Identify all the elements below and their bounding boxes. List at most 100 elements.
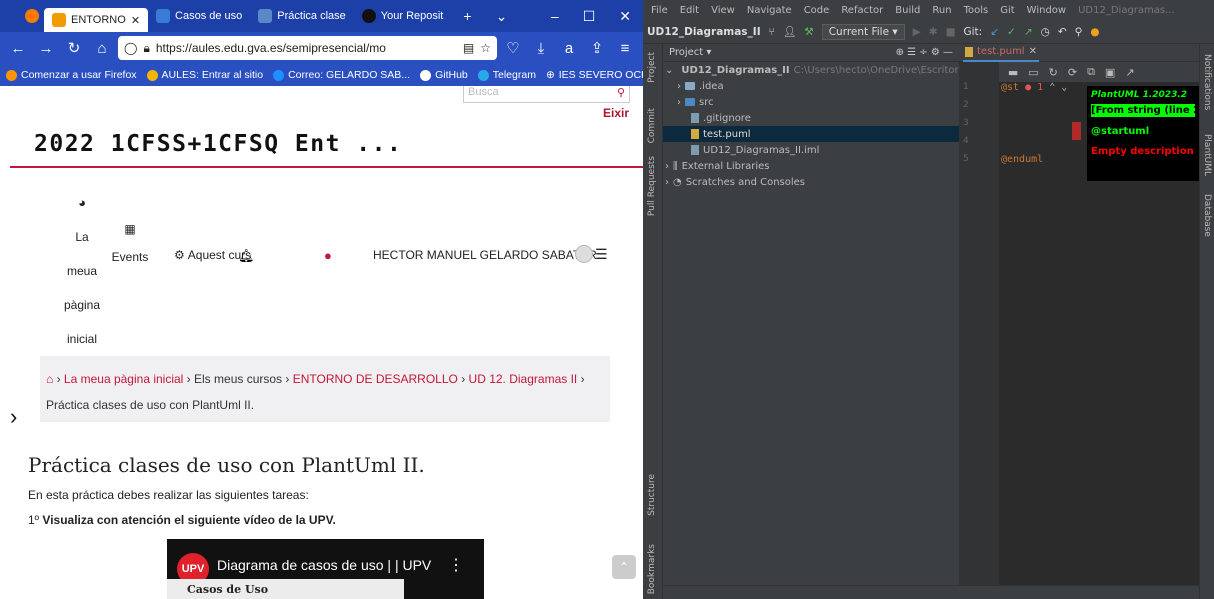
scroll-top-button[interactable]: ⌃: [612, 555, 636, 579]
home-icon[interactable]: ⌂: [90, 36, 114, 60]
run-icon[interactable]: ▶: [913, 26, 921, 38]
messages-chat-icon[interactable]: ●: [324, 248, 332, 263]
tool-database[interactable]: Database: [1202, 194, 1212, 237]
layout-preview-icon[interactable]: ▬: [1008, 66, 1018, 79]
tree-item-src[interactable]: › src: [663, 94, 959, 110]
tab-list-button[interactable]: ⌄: [484, 8, 520, 25]
copy-icon[interactable]: ⧉: [1087, 65, 1095, 79]
avatar[interactable]: [575, 245, 593, 263]
git-update-icon[interactable]: ↙: [990, 26, 999, 38]
breadcrumb-home[interactable]: La meua pàgina inicial: [64, 372, 183, 386]
panel-actions[interactable]: ⊕ ☰ ÷ ⚙ —: [896, 47, 953, 58]
bookmark-item[interactable]: ⊕IES SEVERO OCHOA: [546, 69, 643, 81]
tool-pull-requests[interactable]: Pull Requests: [647, 156, 657, 216]
pocket-icon[interactable]: ♡: [501, 36, 525, 60]
close-window-icon[interactable]: ✕: [607, 8, 643, 25]
code-line[interactable]: @enduml: [999, 154, 1081, 172]
drawer-toggle-icon[interactable]: ›: [10, 404, 17, 430]
url-bar[interactable]: ◯ 🔒︎ https://aules.edu.gva.es/semipresen…: [118, 36, 497, 60]
tree-item-idea[interactable]: › .idea: [663, 78, 959, 94]
logout-link[interactable]: Eixir: [603, 106, 629, 120]
search-icon[interactable]: ⚲: [617, 86, 625, 99]
build-hammer-icon[interactable]: ⚒: [804, 26, 813, 38]
tab-casos[interactable]: Casos de uso: [148, 4, 250, 28]
tree-root[interactable]: ⌄ UD12_Diagramas_II C:\Users\hecto\OneDriv…: [663, 62, 997, 78]
menu-tools[interactable]: Tools: [964, 5, 989, 16]
project-view-select[interactable]: Project ▾: [669, 47, 711, 58]
lock-icon[interactable]: 🔒︎: [143, 41, 149, 56]
layout-horizontal-icon[interactable]: ▭: [1028, 66, 1038, 79]
tree-scratches[interactable]: › ◔ Scratches and Consoles: [663, 174, 959, 190]
bookmark-star-icon[interactable]: ☆: [480, 41, 491, 55]
menu-window[interactable]: Window: [1027, 5, 1066, 16]
code-line[interactable]: [999, 118, 1081, 136]
code-line[interactable]: @st ● 1 ⌃ ⌄: [999, 82, 1081, 100]
bookmark-item[interactable]: Telegram: [477, 69, 536, 81]
video-embed[interactable]: UPV Diagrama de casos de uso | | UPV ⋮ C…: [167, 539, 484, 599]
menu-code[interactable]: Code: [804, 5, 830, 16]
minimize-icon[interactable]: –: [539, 8, 571, 24]
open-external-icon[interactable]: ↗: [1125, 66, 1134, 79]
project-name[interactable]: UD12_Diagramas_II: [647, 26, 761, 38]
menu-run[interactable]: Run: [932, 5, 951, 16]
error-indicator-icon[interactable]: ● 1: [1025, 82, 1043, 93]
shield-icon[interactable]: ◯: [124, 41, 137, 55]
close-tab-icon[interactable]: ✕: [131, 14, 140, 27]
user-name[interactable]: HECTOR MANUEL GELARDO SABATER: [373, 248, 597, 262]
bookmark-item[interactable]: Correo: GELARDO SAB...: [273, 69, 410, 81]
forward-icon[interactable]: →: [34, 36, 58, 60]
breadcrumb-courses[interactable]: Els meus cursos: [194, 372, 282, 386]
tab-repository[interactable]: Your Reposit: [354, 4, 452, 28]
user-icon[interactable]: 👤︎: [783, 25, 796, 38]
git-commit-icon[interactable]: ✓: [1007, 26, 1016, 38]
tool-notifications[interactable]: Notifications: [1202, 54, 1212, 110]
notifications-bell-icon[interactable]: 🔔︎: [238, 248, 255, 264]
code-text[interactable]: @st: [1001, 82, 1019, 93]
nav-events[interactable]: ▦ Events: [110, 222, 150, 264]
run-config-select[interactable]: Current File ▾: [821, 23, 905, 40]
firefox-icon[interactable]: [20, 4, 44, 28]
tab-entorno[interactable]: ENTORNO ✕: [44, 8, 149, 32]
git-push-icon[interactable]: ↗: [1024, 26, 1033, 38]
search-icon[interactable]: ⚲: [1075, 26, 1083, 38]
history-icon[interactable]: ◷: [1041, 26, 1050, 38]
tool-project[interactable]: Project: [647, 52, 657, 83]
menu-view[interactable]: View: [711, 5, 735, 16]
bookmark-item[interactable]: GitHub: [420, 69, 468, 81]
menu-navigate[interactable]: Navigate: [747, 5, 792, 16]
tool-bookmarks[interactable]: Bookmarks: [647, 544, 657, 594]
share-icon[interactable]: ⇪: [585, 36, 609, 60]
extension-icon[interactable]: a: [557, 36, 581, 60]
refresh-icon[interactable]: ↻: [1049, 66, 1058, 79]
git-branch-icon[interactable]: ⑂: [769, 26, 775, 38]
stop-icon[interactable]: ■: [946, 26, 956, 38]
reload-icon[interactable]: ⟳: [1068, 66, 1077, 79]
new-tab-button[interactable]: +: [451, 8, 483, 24]
home-icon[interactable]: ⌂: [46, 372, 53, 386]
tree-external-libraries[interactable]: › ⫼ External Libraries: [663, 158, 959, 174]
tree-item-iml[interactable]: UD12_Diagramas_II.iml: [663, 142, 959, 158]
menu-refactor[interactable]: Refactor: [841, 5, 883, 16]
url-text[interactable]: https://aules.edu.gva.es/semipresencial/…: [156, 41, 386, 55]
breadcrumb-unit[interactable]: UD 12. Diagramas II: [469, 372, 578, 386]
downloads-icon[interactable]: ⤓: [529, 36, 553, 60]
app-menu-icon[interactable]: ≡: [613, 36, 637, 60]
tool-plantuml[interactable]: PlantUML: [1202, 134, 1212, 176]
debug-icon[interactable]: ✱: [929, 26, 938, 38]
back-icon[interactable]: ←: [6, 36, 30, 60]
reader-icon[interactable]: ▤: [463, 41, 474, 55]
editor-tab-test-puml[interactable]: test.puml ✕: [963, 44, 1039, 62]
user-menu-icon[interactable]: ☰: [595, 246, 608, 263]
code-line[interactable]: [999, 136, 1081, 154]
bookmark-item[interactable]: AULES: Entrar al sitio: [146, 69, 263, 81]
tree-item-gitignore[interactable]: .gitignore: [663, 110, 959, 126]
chevron-up-icon[interactable]: ⌃: [1049, 82, 1055, 93]
menu-file[interactable]: File: [651, 5, 668, 16]
bookmark-item[interactable]: Comenzar a usar Firefox: [6, 69, 137, 81]
nav-home[interactable]: ◕ La meua pàgina inicial: [62, 186, 102, 356]
breadcrumb-course[interactable]: ENTORNO DE DESARROLLO: [293, 372, 458, 386]
menu-edit[interactable]: Edit: [680, 5, 699, 16]
tool-structure[interactable]: Structure: [647, 474, 657, 516]
maximize-icon[interactable]: ☐: [571, 8, 608, 25]
menu-git[interactable]: Git: [1000, 5, 1014, 16]
